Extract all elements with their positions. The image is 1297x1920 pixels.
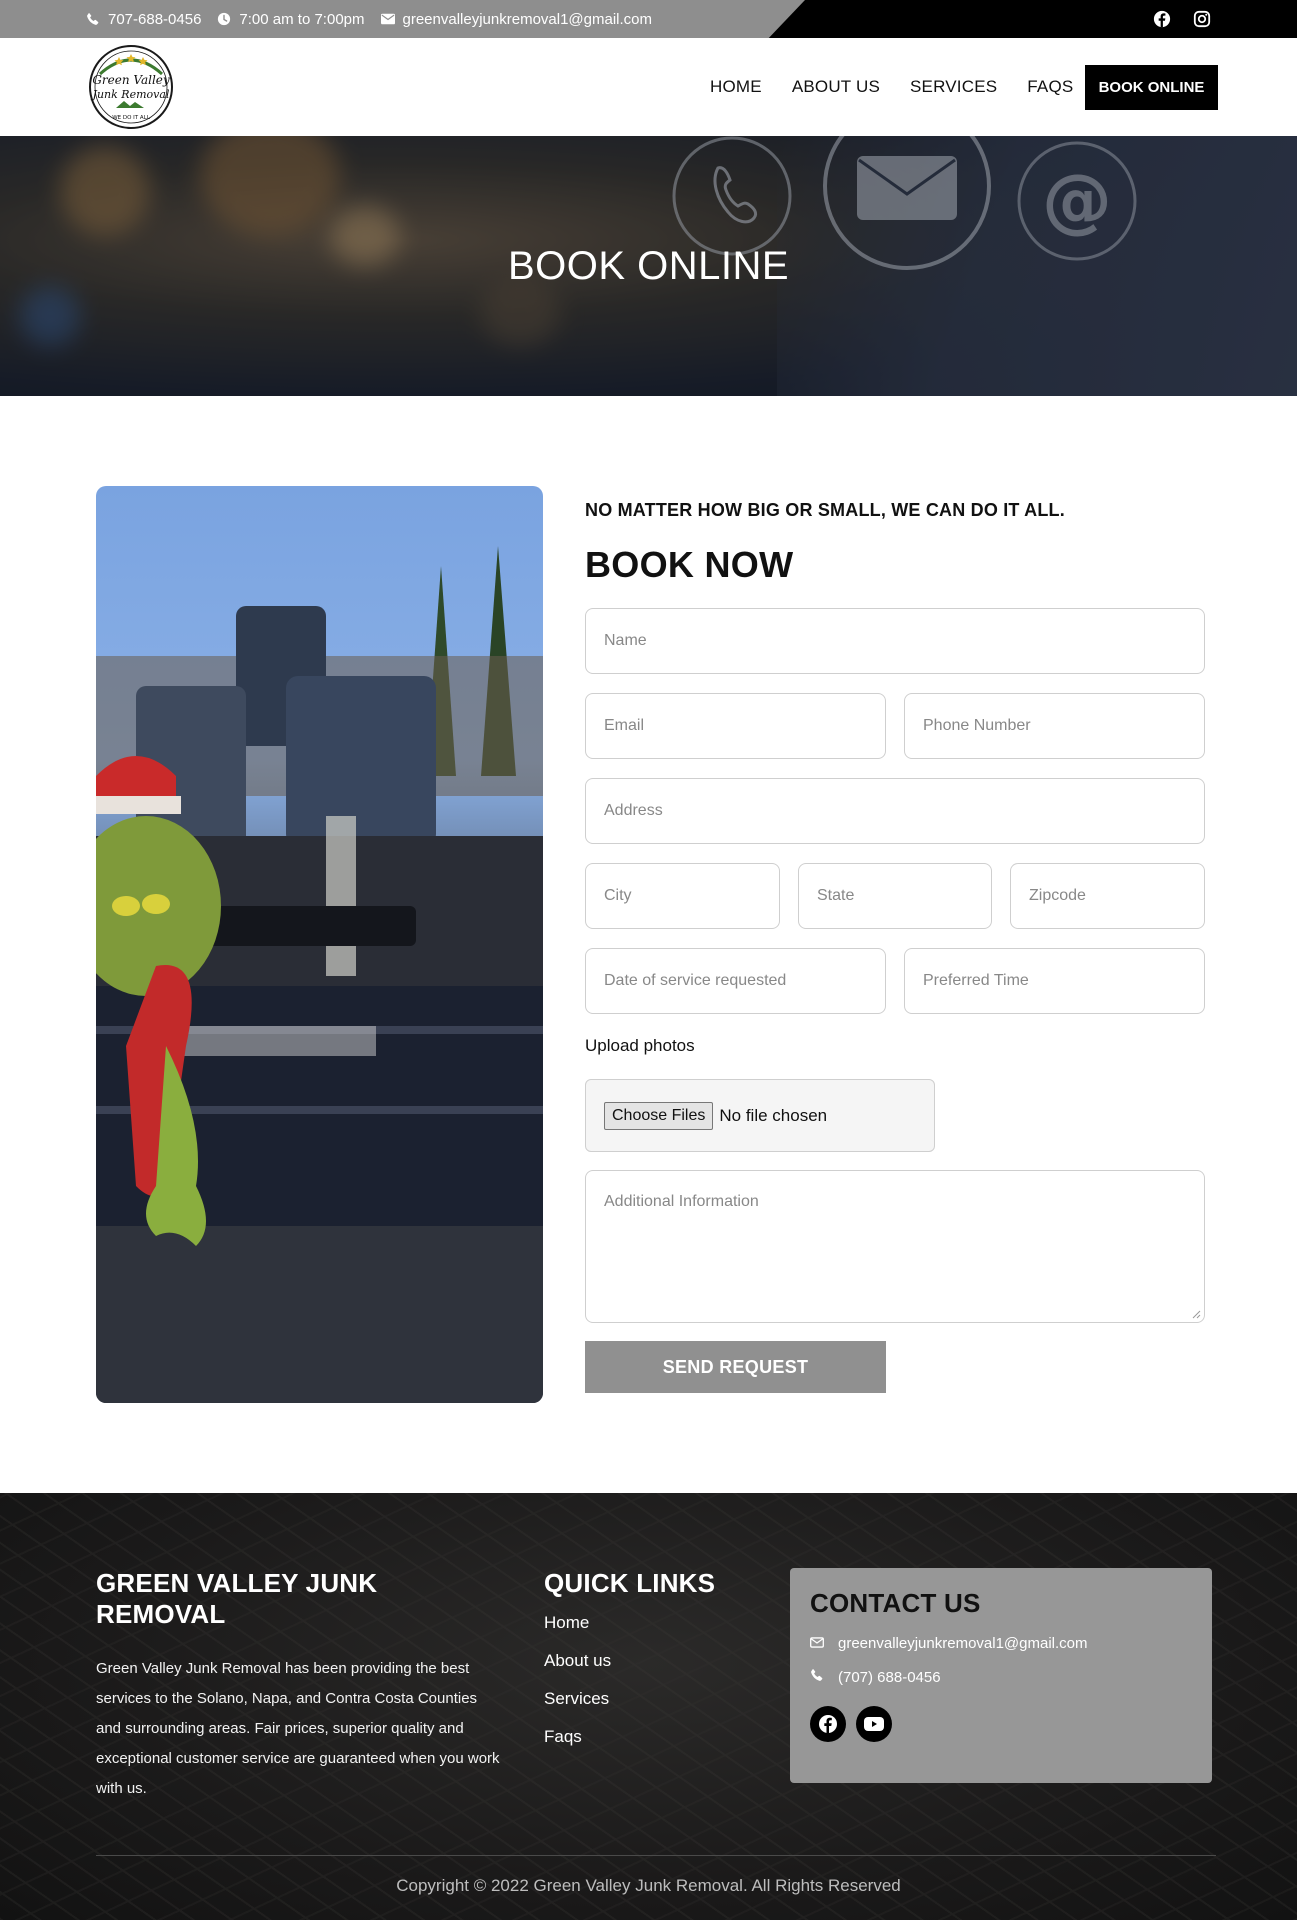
send-request-button[interactable]: SEND REQUEST	[585, 1341, 886, 1393]
form-tagline: NO MATTER HOW BIG OR SMALL, WE CAN DO IT…	[585, 500, 1065, 520]
choose-files-button[interactable]: Choose Files	[604, 1101, 714, 1130]
envelope-icon	[810, 1635, 824, 1652]
top-bar-phone-text: 707-688-0456	[108, 10, 202, 28]
nav-item-home[interactable]: HOME	[710, 77, 762, 97]
phone-icon	[810, 1668, 824, 1686]
footer-contact-card: CONTACT US greenvalleyjunkremoval1@gmail…	[790, 1568, 1212, 1783]
additional-info-placeholder: Additional Information	[604, 1193, 759, 1210]
top-bar-social	[1153, 0, 1211, 38]
date-field-placeholder: Date of service requested	[604, 972, 787, 989]
book-online-button[interactable]: BOOK ONLINE	[1085, 65, 1218, 110]
logo-line2: Junk Removal	[91, 88, 170, 101]
logo-line1: Green Valley	[92, 73, 170, 87]
state-field[interactable]: State	[798, 863, 992, 929]
footer-about-title: GREEN VALLEY JUNK REMOVAL	[96, 1568, 378, 1629]
top-bar-contact: 707-688-0456 7:00 am to 7:00pm greenvall…	[86, 0, 652, 38]
zipcode-field[interactable]: Zipcode	[1010, 863, 1205, 929]
file-upload-input[interactable]: Choose Files No file chosen	[585, 1079, 935, 1152]
footer-social	[810, 1706, 1192, 1742]
footer-contact-email[interactable]: greenvalleyjunkremoval1@gmail.com	[810, 1635, 1192, 1652]
file-status: No file chosen	[719, 1105, 828, 1125]
clock-icon	[217, 12, 231, 26]
address-field-placeholder: Address	[604, 802, 663, 819]
footer-link-services[interactable]: Services	[544, 1689, 715, 1709]
top-bar-hours: 7:00 am to 7:00pm	[217, 10, 365, 28]
footer-link-home[interactable]: Home	[544, 1613, 715, 1633]
nav-item-faqs[interactable]: FAQS	[1027, 77, 1073, 97]
footer-contact-email-text: greenvalleyjunkremoval1@gmail.com	[838, 1635, 1088, 1652]
logo[interactable]: Green Valley Junk Removal WE DO IT ALL	[86, 44, 176, 130]
name-field[interactable]: Name	[585, 608, 1205, 674]
footer-quick-links: QUICK LINKS Home About us Services Faqs	[544, 1568, 715, 1747]
footer-contact-phone[interactable]: (707) 688-0456	[810, 1668, 1192, 1686]
additional-info-textarea[interactable]: Additional Information	[585, 1170, 1205, 1323]
phone-field-placeholder: Phone Number	[923, 717, 1031, 734]
instagram-icon[interactable]	[1193, 10, 1211, 28]
facebook-icon[interactable]	[1153, 10, 1171, 28]
footer-links-title: QUICK LINKS	[544, 1568, 716, 1598]
hero-title: BOOK ONLINE	[507, 244, 790, 288]
footer-divider	[96, 1855, 1216, 1856]
copyright-text: Copyright © 2022 Green Valley Junk Remov…	[396, 1876, 901, 1895]
youtube-icon[interactable]	[856, 1706, 892, 1742]
email-field-placeholder: Email	[604, 717, 645, 734]
name-field-placeholder: Name	[604, 632, 647, 649]
upload-photos-label: Upload photos	[585, 1036, 695, 1055]
top-bar-hours-text: 7:00 am to 7:00pm	[239, 10, 365, 28]
footer-contact-title: CONTACT US	[810, 1588, 981, 1618]
site-footer: GREEN VALLEY JUNK REMOVAL Green Valley J…	[0, 1493, 1297, 1920]
nav-item-about-us[interactable]: ABOUT US	[792, 77, 880, 97]
footer-about: GREEN VALLEY JUNK REMOVAL Green Valley J…	[96, 1568, 506, 1804]
form-title: BOOK NOW	[585, 544, 794, 585]
zipcode-field-placeholder: Zipcode	[1029, 887, 1086, 904]
footer-link-about-us[interactable]: About us	[544, 1651, 715, 1671]
site-header: Green Valley Junk Removal WE DO IT ALL H…	[0, 38, 1297, 136]
top-bar-email-text: greenvalleyjunkremoval1@gmail.com	[402, 10, 653, 28]
date-field[interactable]: Date of service requested	[585, 948, 886, 1014]
envelope-icon	[380, 13, 395, 25]
state-field-placeholder: State	[817, 887, 855, 904]
footer-about-text: Green Valley Junk Removal has been provi…	[96, 1660, 500, 1797]
junk-trailer-photo	[96, 486, 543, 1403]
phone-icon	[86, 12, 100, 26]
nav-item-services[interactable]: SERVICES	[910, 77, 997, 97]
address-field[interactable]: Address	[585, 778, 1205, 844]
email-field[interactable]: Email	[585, 693, 886, 759]
phone-field[interactable]: Phone Number	[904, 693, 1205, 759]
hero-banner: @ BOOK ONLINE	[0, 136, 1297, 396]
footer-link-faqs[interactable]: Faqs	[544, 1727, 715, 1747]
city-field[interactable]: City	[585, 863, 780, 929]
top-bar-email[interactable]: greenvalleyjunkremoval1@gmail.com	[380, 10, 653, 28]
city-field-placeholder: City	[604, 887, 632, 904]
time-field[interactable]: Preferred Time	[904, 948, 1205, 1014]
facebook-icon[interactable]	[810, 1706, 846, 1742]
top-bar: 707-688-0456 7:00 am to 7:00pm greenvall…	[0, 0, 1297, 38]
time-field-placeholder: Preferred Time	[923, 972, 1029, 989]
logo-tagline: WE DO IT ALL	[112, 115, 151, 121]
top-bar-phone[interactable]: 707-688-0456	[86, 11, 201, 28]
footer-contact-phone-text: (707) 688-0456	[838, 1668, 941, 1686]
main-nav: HOME ABOUT US SERVICES FAQS	[710, 38, 1073, 136]
resize-handle-icon[interactable]	[1191, 1309, 1201, 1319]
